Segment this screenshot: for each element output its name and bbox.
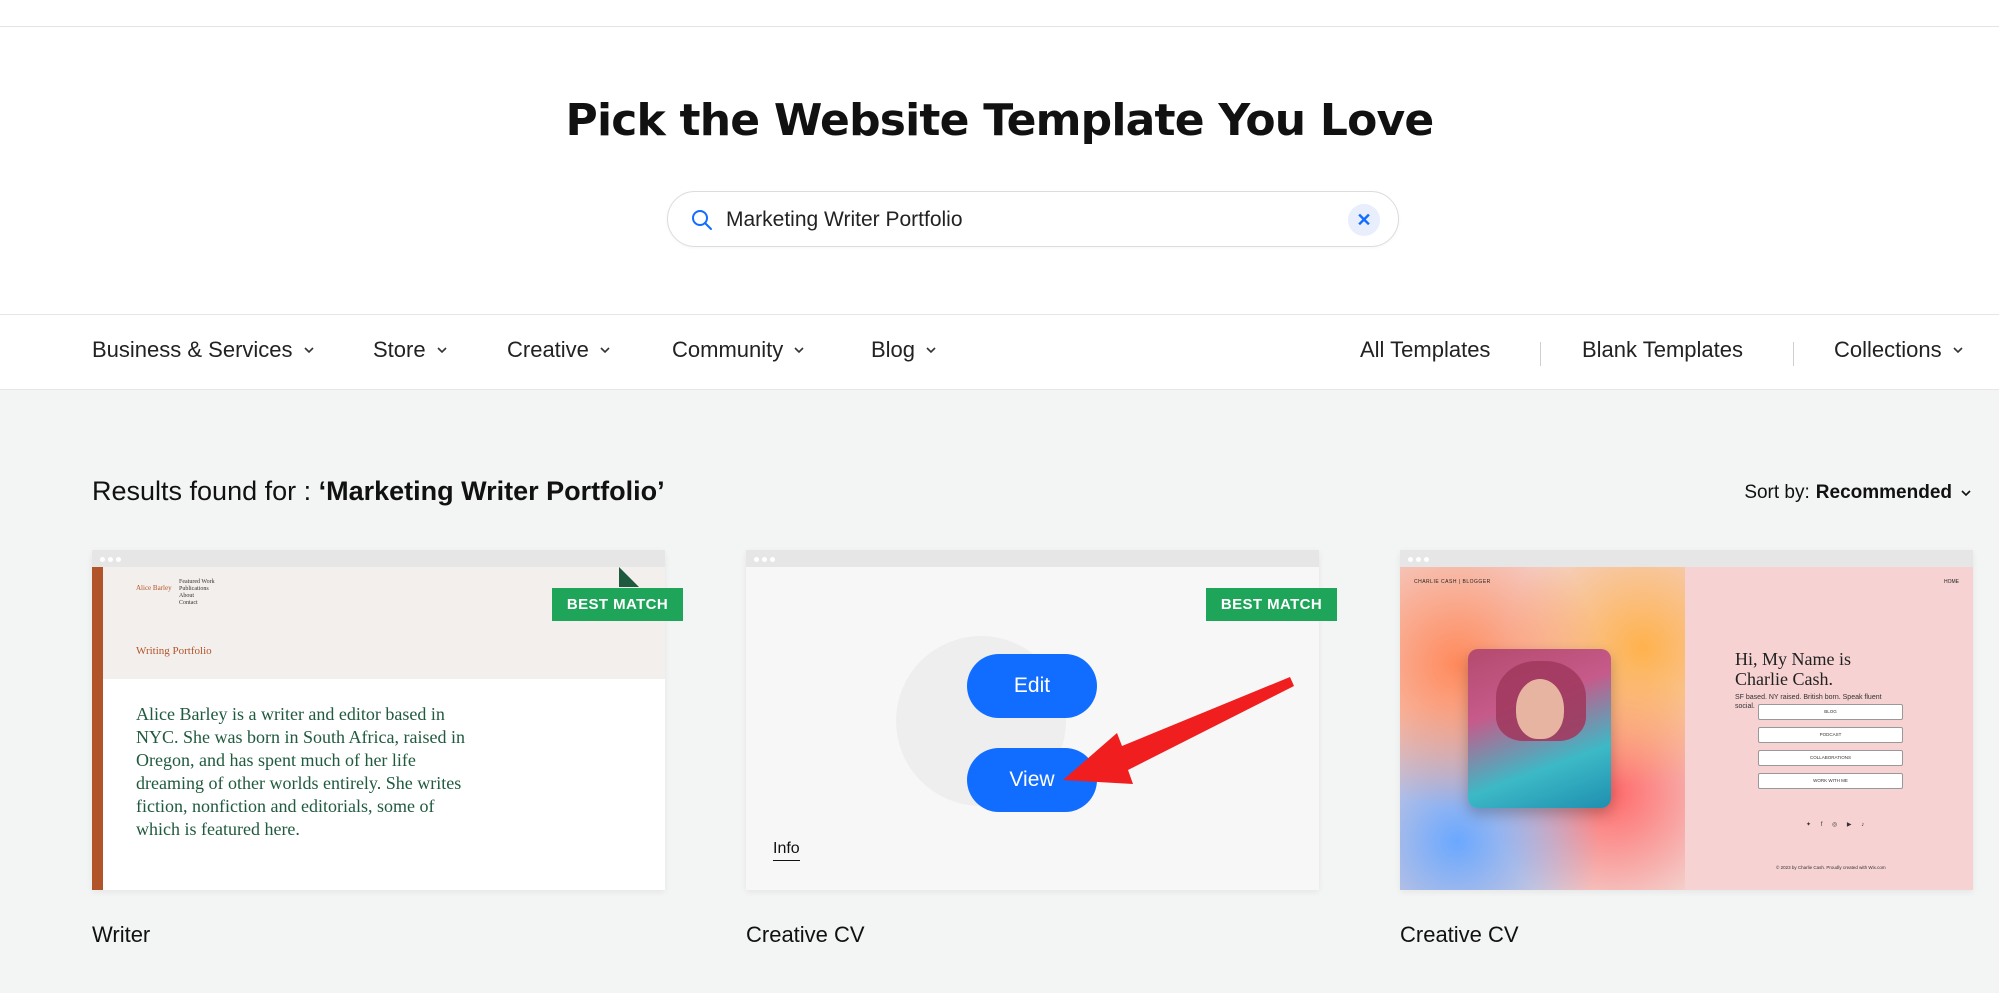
chevron-down-icon — [600, 347, 610, 354]
collections-label: Collections — [1834, 337, 1942, 362]
accent-stripe — [92, 567, 103, 890]
hero: Pick the Website Template You Love ✕ — [0, 27, 1999, 315]
category-business-services[interactable]: Business & Services — [92, 337, 315, 363]
category-label: Business & Services — [92, 337, 293, 362]
collections-menu[interactable]: Collections — [1834, 337, 1964, 363]
search-bar[interactable]: ✕ — [667, 191, 1399, 247]
template-title[interactable]: Creative CV — [1400, 922, 1519, 948]
close-icon[interactable]: ✕ — [1348, 204, 1380, 236]
category-label: Community — [672, 337, 784, 362]
preview-footer: © 2023 by Charlie Cash. Proudly created … — [1776, 865, 1886, 870]
category-bar: Business & Services Store Creative Commu… — [0, 314, 1999, 390]
browser-bar — [746, 550, 1319, 567]
category-label: Store — [373, 337, 426, 362]
info-link[interactable]: Info — [773, 840, 800, 861]
preview-button: COLLABORATIONS — [1758, 750, 1903, 766]
preview-greeting: Hi, My Name is Charlie Cash. — [1735, 649, 1851, 689]
browser-bar — [92, 550, 665, 567]
category-blog[interactable]: Blog — [871, 337, 937, 363]
template-title[interactable]: Writer — [92, 922, 150, 948]
results-heading: Results found for : ‘Marketing Writer Po… — [92, 476, 665, 507]
preview-heading: Writing Portfolio — [136, 645, 212, 657]
best-match-badge: BEST MATCH — [552, 588, 683, 621]
sort-dropdown[interactable]: Sort by: Recommended — [1744, 482, 1972, 504]
preview-gradient-panel — [1400, 567, 1685, 890]
preview-button: BLOG — [1758, 704, 1903, 720]
divider — [1793, 342, 1794, 366]
blank-templates-link[interactable]: Blank Templates — [1582, 337, 1743, 363]
view-button[interactable]: View — [967, 748, 1097, 812]
blank-templates-label: Blank Templates — [1582, 337, 1744, 362]
sort-value: Recommended — [1815, 482, 1952, 503]
results-area: Results found for : ‘Marketing Writer Po… — [0, 390, 1999, 993]
results-query: ‘Marketing Writer Portfolio’ — [318, 476, 665, 506]
chevron-down-icon — [926, 347, 936, 354]
preview-home-link: HOME — [1944, 579, 1959, 585]
preview-content-panel: Hi, My Name is Charlie Cash. SF based. N… — [1685, 567, 1973, 890]
page-title: Pick the Website Template You Love — [565, 95, 1435, 146]
search-input[interactable] — [726, 205, 1306, 235]
preview-name: Alice Barley — [136, 584, 172, 592]
category-creative[interactable]: Creative — [507, 337, 611, 363]
social-icons: ✦ f ◎ ▶ ♪ — [1806, 822, 1869, 828]
category-label: Creative — [507, 337, 589, 362]
chevron-down-icon — [437, 347, 447, 354]
search-icon — [692, 210, 712, 230]
divider — [1540, 342, 1541, 366]
preview-button: PODCAST — [1758, 727, 1903, 743]
preview-button: WORK WITH ME — [1758, 773, 1903, 789]
category-store[interactable]: Store — [373, 337, 448, 363]
preview-nav: Featured Work Publications About Contact — [179, 579, 215, 606]
chevron-down-icon — [1961, 490, 1971, 497]
preview-brand: CHARLIE CASH | BLOGGER — [1414, 579, 1491, 585]
chevron-down-icon — [1953, 347, 1963, 354]
category-community[interactable]: Community — [672, 337, 805, 363]
edit-button[interactable]: Edit — [967, 654, 1097, 718]
sort-label: Sort by: — [1744, 482, 1810, 503]
all-templates-label: All Templates — [1360, 337, 1491, 362]
category-label: Blog — [871, 337, 916, 362]
preview-body: Alice Barley is a writer and editor base… — [136, 704, 465, 839]
browser-bar — [1400, 550, 1973, 567]
template-card-creative-cv[interactable]: CHARLIE CASH | BLOGGER Hi, My Name is Ch… — [1400, 550, 1973, 890]
portrait-image — [1468, 649, 1611, 808]
all-templates-link[interactable]: All Templates — [1360, 337, 1490, 363]
template-title[interactable]: Creative CV — [746, 922, 865, 948]
chevron-down-icon — [794, 347, 804, 354]
results-prefix: Results found for : — [92, 476, 319, 506]
chevron-down-icon — [303, 347, 314, 354]
bookmark-flag — [619, 567, 639, 587]
best-match-badge: BEST MATCH — [1206, 588, 1337, 621]
